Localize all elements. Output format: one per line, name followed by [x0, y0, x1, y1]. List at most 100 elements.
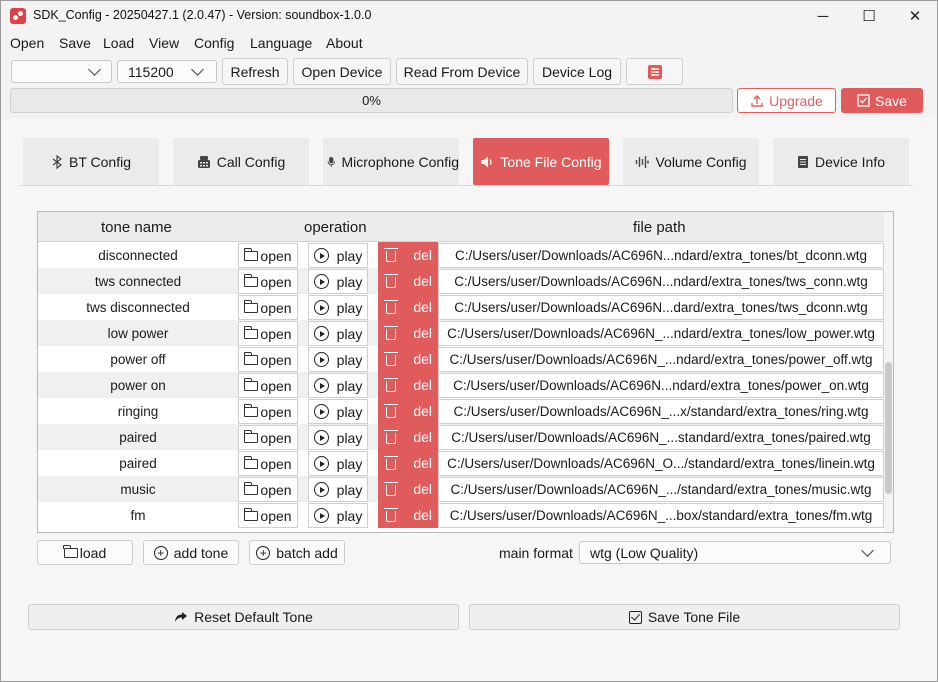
- trash-icon: [384, 326, 398, 340]
- file-path-field[interactable]: C:/Users/user/Downloads/AC696N_.../stand…: [438, 477, 884, 502]
- delete-tone-button[interactable]: del: [378, 294, 438, 320]
- play-tone-button[interactable]: play: [308, 321, 368, 346]
- tab-device-info[interactable]: Device Info: [773, 138, 909, 185]
- folder-icon: [63, 544, 78, 558]
- delete-tone-button[interactable]: del: [378, 502, 438, 528]
- open-file-button[interactable]: open: [238, 425, 298, 450]
- menu-language[interactable]: Language: [250, 35, 312, 51]
- play-tone-button[interactable]: play: [308, 451, 368, 476]
- delete-tone-button[interactable]: del: [378, 242, 438, 268]
- main-format-select[interactable]: wtg (Low Quality): [579, 541, 891, 564]
- delete-tone-button[interactable]: del: [378, 424, 438, 450]
- open-file-button[interactable]: open: [238, 347, 298, 372]
- delete-tone-button[interactable]: del: [378, 476, 438, 502]
- menu-view[interactable]: View: [149, 35, 179, 51]
- menu-config[interactable]: Config: [194, 35, 234, 51]
- tab-tone-file-config[interactable]: Tone File Config: [473, 138, 609, 185]
- open-file-button[interactable]: open: [238, 243, 298, 268]
- maximize-button[interactable]: ☐: [846, 0, 892, 32]
- scrollbar-thumb[interactable]: [885, 362, 892, 494]
- batch-add-button[interactable]: + batch add: [249, 540, 345, 565]
- open-file-button[interactable]: open: [238, 321, 298, 346]
- settings-button[interactable]: [626, 58, 683, 85]
- open-label: open: [260, 455, 292, 472]
- delete-tone-button[interactable]: del: [378, 268, 438, 294]
- play-tone-button[interactable]: play: [308, 243, 368, 268]
- window-title: SDK_Config - 20250427.1 (2.0.47) - Versi…: [33, 8, 372, 22]
- play-label: play: [336, 403, 363, 420]
- add-tone-button[interactable]: + add tone: [143, 540, 239, 565]
- menu-load[interactable]: Load: [103, 35, 134, 51]
- minimize-button[interactable]: ─: [800, 0, 846, 32]
- upload-icon: [751, 94, 763, 107]
- tone-name: tws disconnected: [86, 299, 190, 315]
- play-circle-icon: [313, 300, 329, 315]
- open-label: open: [260, 377, 292, 394]
- open-file-button[interactable]: open: [238, 503, 298, 528]
- play-tone-button[interactable]: play: [308, 347, 368, 372]
- play-label: play: [336, 455, 363, 472]
- microphone-icon: [327, 156, 335, 167]
- play-label: play: [336, 351, 363, 368]
- tone-name: paired: [119, 455, 157, 471]
- file-path-field[interactable]: C:/Users/user/Downloads/AC696N_...box/st…: [438, 503, 884, 528]
- open-file-button[interactable]: open: [238, 451, 298, 476]
- menu-about[interactable]: About: [326, 35, 363, 51]
- menu-open[interactable]: Open: [10, 35, 44, 51]
- tab-call-config[interactable]: Call Config: [173, 138, 309, 185]
- read-from-device-button[interactable]: Read From Device: [396, 58, 528, 85]
- delete-tone-button[interactable]: del: [378, 450, 438, 476]
- upgrade-label: Upgrade: [769, 92, 823, 109]
- file-path-field[interactable]: C:/Users/user/Downloads/AC696N_...standa…: [438, 425, 884, 450]
- tab-microphone-config[interactable]: Microphone Config: [323, 138, 459, 185]
- tone-name: power on: [110, 377, 166, 393]
- play-tone-button[interactable]: play: [308, 269, 368, 294]
- file-path-field[interactable]: C:/Users/user/Downloads/AC696N_...ndard/…: [438, 321, 884, 346]
- table-row: power off open play del C:/Users/user/Downlo…: [38, 346, 884, 372]
- delete-tone-button[interactable]: del: [378, 346, 438, 372]
- save-tone-file-button[interactable]: Save Tone File: [469, 604, 900, 630]
- open-file-button[interactable]: open: [238, 373, 298, 398]
- play-circle-icon: [313, 352, 329, 367]
- open-device-button[interactable]: Open Device: [293, 58, 391, 85]
- load-button[interactable]: load: [37, 540, 133, 565]
- upgrade-button[interactable]: Upgrade: [737, 88, 836, 113]
- port-select[interactable]: [11, 60, 112, 83]
- open-file-button[interactable]: open: [238, 399, 298, 424]
- tab-volume-config[interactable]: Volume Config: [623, 138, 759, 185]
- open-file-button[interactable]: open: [238, 269, 298, 294]
- open-file-button[interactable]: open: [238, 477, 298, 502]
- del-label: del: [413, 299, 432, 315]
- tab-bt-config[interactable]: BT Config: [23, 138, 159, 185]
- file-path-field[interactable]: C:/Users/user/Downloads/AC696N_O.../stan…: [438, 451, 884, 476]
- play-tone-button[interactable]: play: [308, 373, 368, 398]
- baud-select[interactable]: 115200: [117, 60, 217, 83]
- play-tone-button[interactable]: play: [308, 399, 368, 424]
- plus-circle-icon: +: [256, 545, 271, 560]
- file-path-field[interactable]: C:/Users/user/Downloads/AC696N...dard/ex…: [438, 295, 884, 320]
- menu-save[interactable]: Save: [59, 35, 91, 51]
- delete-tone-button[interactable]: del: [378, 398, 438, 424]
- file-path-field[interactable]: C:/Users/user/Downloads/AC696N...ndard/e…: [438, 269, 884, 294]
- delete-tone-button[interactable]: del: [378, 372, 438, 398]
- reset-default-tone-button[interactable]: Reset Default Tone: [28, 604, 459, 630]
- add-tone-label: add tone: [173, 544, 229, 561]
- close-button[interactable]: ✕: [892, 0, 938, 32]
- file-path-field[interactable]: C:/Users/user/Downloads/AC696N_...x/stan…: [438, 399, 884, 424]
- device-log-button[interactable]: Device Log: [533, 58, 621, 85]
- save-button[interactable]: Save: [841, 88, 923, 113]
- play-tone-button[interactable]: play: [308, 503, 368, 528]
- tone-name: low power: [107, 325, 169, 341]
- file-path-field[interactable]: C:/Users/user/Downloads/AC696N...ndard/e…: [438, 243, 884, 268]
- open-label: open: [260, 429, 292, 446]
- delete-tone-button[interactable]: del: [378, 320, 438, 346]
- refresh-button[interactable]: Refresh: [222, 58, 288, 85]
- play-tone-button[interactable]: play: [308, 477, 368, 502]
- file-path-field[interactable]: C:/Users/user/Downloads/AC696N...ndard/e…: [438, 373, 884, 398]
- save-tone-file-label: Save Tone File: [647, 609, 741, 625]
- open-file-button[interactable]: open: [238, 295, 298, 320]
- file-path-field[interactable]: C:/Users/user/Downloads/AC696N_...ndard/…: [438, 347, 884, 372]
- play-tone-button[interactable]: play: [308, 295, 368, 320]
- play-circle-icon: [313, 378, 329, 393]
- play-tone-button[interactable]: play: [308, 425, 368, 450]
